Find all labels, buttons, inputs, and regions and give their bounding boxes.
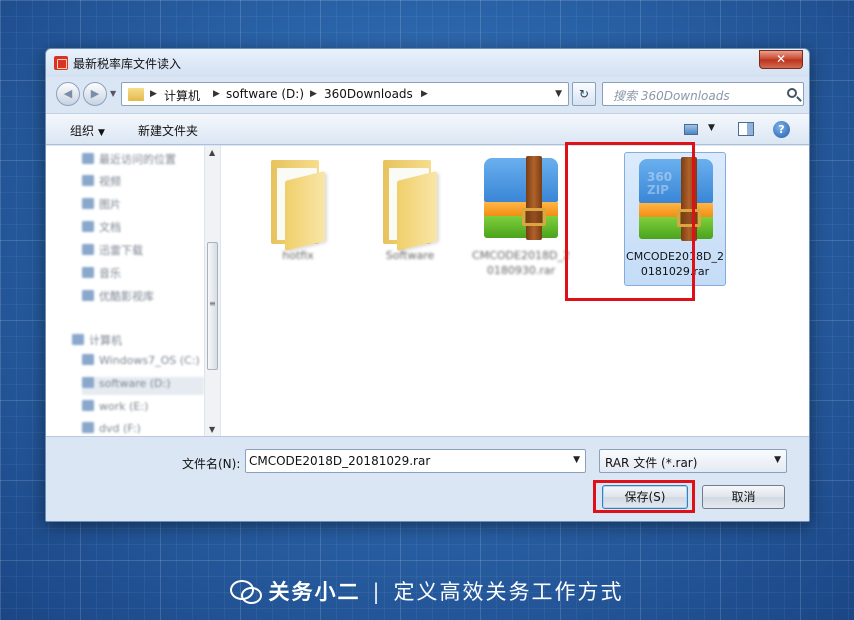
nav-item[interactable]: 文档 xyxy=(82,219,204,237)
drive-icon xyxy=(82,377,94,388)
nav-item[interactable]: 音乐 xyxy=(82,265,204,283)
nav-item-drive-c[interactable]: Windows7_OS (C:) xyxy=(82,354,204,372)
video-icon xyxy=(82,175,94,186)
nav-item-drive-e[interactable]: work (E:) xyxy=(82,400,204,418)
brand-name: 关务小二 xyxy=(268,580,361,604)
winrar-archive-icon: 360 ZIP xyxy=(639,157,713,245)
file-type-value: RAR 文件 (*.rar) xyxy=(605,456,698,470)
chevron-down-icon[interactable]: ▼ xyxy=(573,455,580,465)
brand-separator: | xyxy=(372,580,382,604)
filename-input[interactable]: CMCODE2018D_20181029.rar ▼ xyxy=(245,449,586,473)
nav-item[interactable]: 最近访问的位置 xyxy=(82,151,204,169)
back-button[interactable]: ◀ xyxy=(56,82,80,106)
forward-arrow-icon: ▶ xyxy=(90,87,100,100)
cancel-button[interactable]: 取消 xyxy=(702,485,785,509)
chevron-down-icon: ▼ xyxy=(774,455,781,465)
nav-item[interactable]: 优酷影视库 xyxy=(82,288,204,306)
save-button[interactable]: 保存(S) xyxy=(602,485,688,509)
drive-icon xyxy=(82,422,94,433)
search-input[interactable]: 搜索 360Downloads xyxy=(602,82,804,106)
nav-scrollbar[interactable]: ▲ ▼ xyxy=(204,146,220,436)
refresh-button[interactable]: ↻ xyxy=(572,82,596,106)
chevron-down-icon: ▼ xyxy=(98,128,105,138)
file-dialog-window: 最新税率库文件读入 ✕ ◀ ▶ ▼ ▶ 计算机 ▶ software (D:) … xyxy=(45,48,810,522)
back-arrow-icon: ◀ xyxy=(63,87,73,100)
drive-icon xyxy=(82,354,94,365)
organize-label: 组织 xyxy=(70,124,95,138)
address-dropdown-icon[interactable]: ▼ xyxy=(555,89,562,99)
search-placeholder: 搜索 360Downloads xyxy=(613,89,730,103)
breadcrumb-arrow-icon[interactable]: ▶ xyxy=(310,89,317,99)
download-icon xyxy=(82,244,94,255)
refresh-icon: ↻ xyxy=(578,87,590,101)
file-name: CMCODE2018D_20180930.rar xyxy=(472,249,570,277)
document-icon xyxy=(82,221,94,232)
drive-icon xyxy=(82,400,94,411)
view-dropdown-icon[interactable]: ▼ xyxy=(708,123,715,133)
address-bar[interactable]: ▶ 计算机 ▶ software (D:) ▶ 360Downloads ▶ ▼ xyxy=(121,82,569,106)
scrollbar-thumb[interactable] xyxy=(207,242,218,370)
breadcrumb-folder[interactable]: 360Downloads xyxy=(324,87,413,101)
title-bar: 最新税率库文件读入 ✕ xyxy=(46,49,809,77)
nav-item-drive-d[interactable]: software (D:) xyxy=(82,377,204,395)
close-button[interactable]: ✕ xyxy=(759,50,803,69)
nav-item[interactable]: 迅雷下载 xyxy=(82,242,204,260)
view-options-icon[interactable] xyxy=(684,124,698,135)
file-name: Software xyxy=(385,249,435,262)
nav-item-computer[interactable]: 计算机 xyxy=(72,332,194,350)
navigation-pane: 最近访问的位置 视频 图片 文档 迅雷下载 音乐 优酷影视库 计算机 Windo… xyxy=(46,146,220,436)
file-name: CMCODE2018D_20181029.rar xyxy=(626,250,724,278)
app-icon xyxy=(54,56,68,70)
breadcrumb-arrow-icon[interactable]: ▶ xyxy=(150,89,157,99)
nav-item[interactable]: 视频 xyxy=(82,173,204,191)
library-icon xyxy=(82,290,94,301)
folder-icon xyxy=(383,160,441,251)
brand-slogan: 定义高效关务工作方式 xyxy=(393,580,624,604)
help-icon[interactable]: ? xyxy=(773,121,790,138)
file-list-pane: hotfix Software CMCODE2018D_20180930.rar… xyxy=(221,146,809,436)
breadcrumb-arrow-icon[interactable]: ▶ xyxy=(213,89,220,99)
nav-item-drive-f[interactable]: dvd (F:) xyxy=(82,422,204,434)
preview-pane-icon[interactable] xyxy=(738,122,754,136)
archive-watermark-icon: 360 ZIP xyxy=(647,170,673,197)
winrar-archive-icon xyxy=(484,156,558,244)
nav-item[interactable]: 图片 xyxy=(82,196,204,214)
recent-locations-dropdown[interactable]: ▼ xyxy=(110,89,116,98)
filename-value: CMCODE2018D_20181029.rar xyxy=(249,454,431,468)
file-item-hotfix[interactable]: hotfix xyxy=(247,152,349,286)
command-toolbar: 组织 ▼ 新建文件夹 ▼ ? xyxy=(46,113,809,145)
footer-branding: 关务小二 | 定义高效关务工作方式 xyxy=(0,576,854,606)
organize-menu[interactable]: 组织 ▼ xyxy=(70,122,105,139)
folder-icon xyxy=(271,160,329,251)
folder-icon xyxy=(128,88,144,101)
forward-button[interactable]: ▶ xyxy=(83,82,107,106)
computer-icon xyxy=(72,334,84,345)
scroll-down-icon[interactable]: ▼ xyxy=(209,425,215,434)
filename-label: 文件名(N): xyxy=(182,457,241,471)
search-icon[interactable] xyxy=(787,88,797,98)
location-icon xyxy=(82,153,94,164)
scroll-up-icon[interactable]: ▲ xyxy=(209,148,215,157)
new-folder-button[interactable]: 新建文件夹 xyxy=(138,122,198,139)
file-type-select[interactable]: RAR 文件 (*.rar) ▼ xyxy=(599,449,787,473)
file-item-software[interactable]: Software xyxy=(359,152,461,286)
picture-icon xyxy=(82,198,94,209)
wechat-icon xyxy=(230,580,263,604)
file-item-rar-20181029[interactable]: 360 ZIP CMCODE2018D_20181029.rar xyxy=(624,152,726,286)
music-icon xyxy=(82,267,94,278)
breadcrumb-arrow-icon[interactable]: ▶ xyxy=(421,89,428,99)
window-title: 最新税率库文件读入 xyxy=(73,57,182,71)
dialog-bottom-bar: 文件名(N): CMCODE2018D_20181029.rar ▼ RAR 文… xyxy=(46,436,809,521)
breadcrumb-drive[interactable]: software (D:) xyxy=(226,87,304,101)
file-item-rar-20180930[interactable]: CMCODE2018D_20180930.rar xyxy=(470,152,572,286)
breadcrumb-computer[interactable]: 计算机 xyxy=(164,87,200,104)
file-name: hotfix xyxy=(282,249,314,262)
